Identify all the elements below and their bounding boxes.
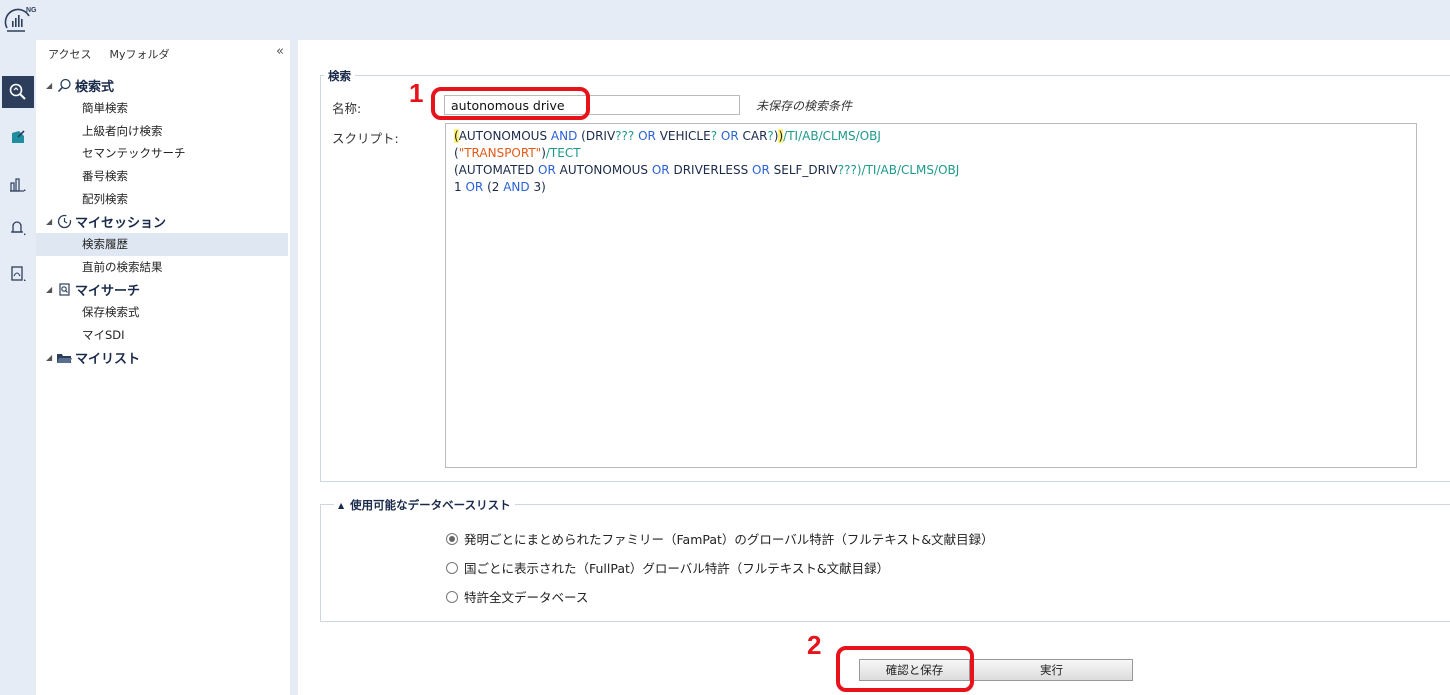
- collapse-panel-button[interactable]: «: [276, 44, 284, 59]
- highlight-box-1: [431, 87, 590, 120]
- tree-item-my-sdi[interactable]: マイSDI: [36, 324, 290, 347]
- tree-item-label: 上級者向け検索: [82, 123, 163, 138]
- app-logo: NG: [3, 2, 37, 36]
- icon-sidebar: [0, 40, 36, 695]
- edit-nav-icon[interactable]: [2, 121, 34, 153]
- db-option-label: 国ごとに表示された（FullPat）グローバル特許（フルテキスト&文献目録）: [464, 561, 890, 576]
- main-content: 検索 名称: 未保存の検索条件 スクリプト: (AUTONOMOUS AND (…: [298, 40, 1450, 695]
- script-line-4: 1 OR (2 AND 3): [454, 180, 546, 194]
- db-option-fullpat[interactable]: 国ごとに表示された（FullPat）グローバル特許（フルテキスト&文献目録）: [446, 558, 889, 577]
- db-option-label: 発明ごとにまとめられたファミリー（FamPat）のグローバル特許（フルテキスト&…: [464, 532, 994, 547]
- tree-node-label: マイリスト: [75, 352, 141, 368]
- tab-access[interactable]: アクセス: [48, 46, 91, 66]
- folder-icon: [56, 350, 72, 366]
- collapse-up-icon: ▲: [338, 500, 345, 510]
- chart-nav-icon[interactable]: [2, 168, 34, 200]
- top-bar: NG: [0, 0, 1450, 40]
- expand-triangle-icon[interactable]: ◢: [46, 81, 56, 90]
- tree-item-number-search[interactable]: 番号検索: [36, 165, 290, 188]
- tree-item-label: 配列検索: [82, 191, 128, 206]
- highlight-box-2: [836, 646, 974, 692]
- tree-item-advanced-search[interactable]: 上級者向け検索: [36, 119, 290, 142]
- expand-triangle-icon[interactable]: ◢: [46, 285, 56, 294]
- tree-item-sequence-search[interactable]: 配列検索: [36, 187, 290, 210]
- tree-node-my-list[interactable]: ◢ マイリスト: [36, 346, 290, 369]
- db-option-label: 特許全文データベース: [464, 590, 589, 605]
- tree-node-label: マイセッション: [75, 215, 167, 231]
- radio-unselected-icon[interactable]: [446, 561, 458, 574]
- nav-tree: ◢ 検索式 簡単検索 上級者向け検索 セマンテックサーチ 番号検索 配列検索 ◢…: [36, 74, 290, 369]
- tree-item-simple-search[interactable]: 簡単検索: [36, 97, 290, 120]
- tree-item-label: マイSDI: [82, 327, 125, 342]
- svg-text:NG: NG: [26, 7, 37, 14]
- tree-item-saved-searches[interactable]: 保存検索式: [36, 301, 290, 324]
- tree-node-label: 検索式: [75, 79, 115, 95]
- tree-item-semantic-search[interactable]: セマンテックサーチ: [36, 142, 290, 165]
- saved-search-icon: [56, 282, 72, 298]
- script-line-2: ("TRANSPORT")/TECT: [454, 146, 581, 160]
- name-label: 名称:: [332, 101, 362, 116]
- script-label: スクリプト:: [332, 131, 399, 146]
- run-button[interactable]: 実行: [970, 659, 1133, 681]
- radio-selected-icon[interactable]: [446, 532, 458, 545]
- panel-divider[interactable]: [290, 40, 298, 695]
- tree-node-my-session[interactable]: ◢ マイセッション: [36, 210, 290, 233]
- annotation-marker-2: 2: [807, 630, 822, 660]
- bell-nav-icon[interactable]: [2, 212, 34, 244]
- tree-node-search-formulas[interactable]: ◢ 検索式: [36, 74, 290, 97]
- radio-unselected-icon[interactable]: [446, 590, 458, 603]
- db-option-fulltext[interactable]: 特許全文データベース: [446, 587, 588, 606]
- tab-myfolder[interactable]: Myフォルダ: [109, 46, 169, 66]
- clock-icon: [56, 213, 72, 229]
- database-section-header[interactable]: ▲ 使用可能なデータベースリスト: [334, 497, 515, 513]
- tree-item-search-history[interactable]: 検索履歴: [36, 232, 288, 256]
- tree-item-label: 直前の検索結果: [82, 259, 163, 274]
- search-section-legend: 検索: [324, 68, 355, 84]
- script-editor[interactable]: (AUTONOMOUS AND (DRIV??? OR VEHICLE? OR …: [445, 123, 1417, 468]
- tree-item-label: 番号検索: [82, 169, 128, 184]
- tree-item-label: セマンテックサーチ: [82, 146, 186, 161]
- navigation-panel: アクセス Myフォルダ « ◢ 検索式 簡単検索 上級者向け検索 セマンテックサ…: [36, 40, 290, 695]
- search-nav-icon[interactable]: [2, 76, 34, 108]
- database-section-legend: 使用可能なデータベースリスト: [350, 498, 511, 512]
- script-line-3: (AUTOMATED OR AUTONOMOUS OR DRIVERLESS O…: [454, 163, 960, 177]
- script-line-1: (AUTONOMOUS AND (DRIV??? OR VEHICLE? OR …: [454, 129, 881, 143]
- tree-node-my-search[interactable]: ◢ マイサーチ: [36, 278, 290, 301]
- tree-item-label: 簡単検索: [82, 101, 128, 116]
- tree-item-last-results[interactable]: 直前の検索結果: [36, 256, 290, 279]
- pdf-nav-icon[interactable]: [2, 258, 34, 290]
- tree-item-label: 保存検索式: [82, 305, 140, 320]
- annotation-marker-1: 1: [409, 78, 424, 108]
- tree-item-label: 検索履歴: [82, 237, 128, 252]
- tree-node-label: マイサーチ: [75, 284, 141, 300]
- db-option-fampat[interactable]: 発明ごとにまとめられたファミリー（FamPat）のグローバル特許（フルテキスト&…: [446, 529, 994, 548]
- expand-triangle-icon[interactable]: ◢: [46, 217, 56, 226]
- panel-tabs: アクセス Myフォルダ: [48, 46, 169, 66]
- expand-triangle-icon[interactable]: ◢: [46, 353, 56, 362]
- search-icon: [56, 77, 72, 93]
- unsaved-note: 未保存の検索条件: [756, 99, 853, 113]
